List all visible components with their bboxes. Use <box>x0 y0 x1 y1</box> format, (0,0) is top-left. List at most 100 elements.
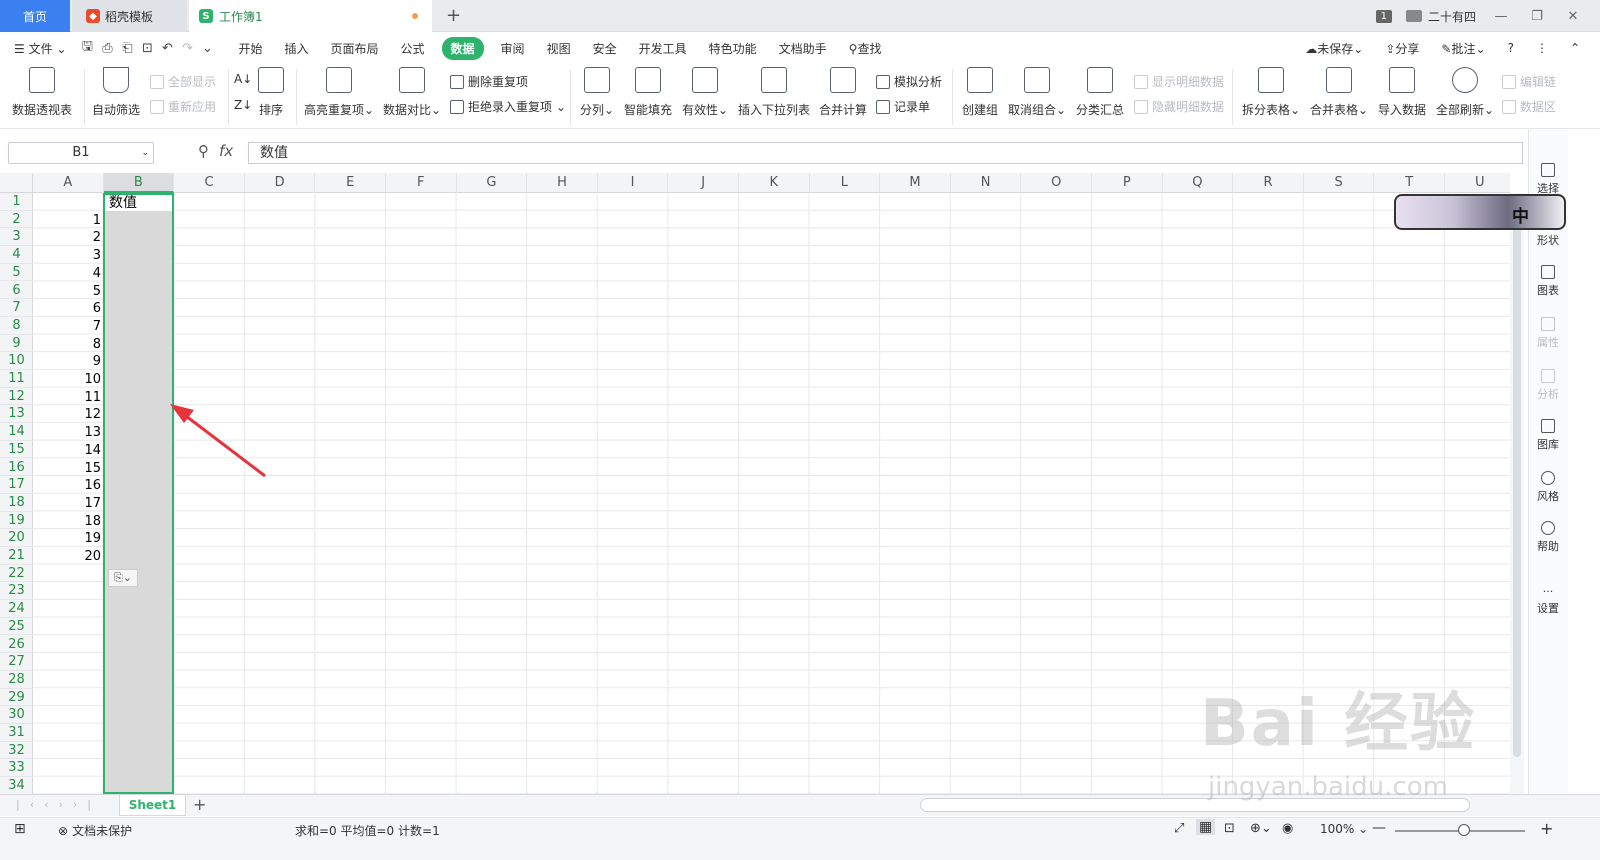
cell-a-value[interactable]: 19 <box>33 529 101 547</box>
consolidate-button[interactable]: 合并计算 <box>819 67 867 118</box>
menu-page-layout[interactable]: 页面布局 <box>320 40 390 57</box>
row-header[interactable]: 32 <box>0 742 33 760</box>
menu-data[interactable]: 数据 <box>441 36 484 60</box>
column-header-t[interactable]: T <box>1374 173 1445 193</box>
more-quick-icon[interactable]: ⌄ <box>197 41 217 56</box>
cell-a-value[interactable]: 20 <box>33 547 101 565</box>
import-data-button[interactable]: 导入数据 <box>1378 67 1426 118</box>
fullscreen-icon[interactable]: ⤢ <box>1174 821 1184 836</box>
subtotal-button[interactable]: 分类汇总 <box>1076 67 1124 118</box>
row-header[interactable]: 18 <box>0 494 33 512</box>
save-icon[interactable]: 🖫 <box>77 37 97 59</box>
row-header[interactable]: 23 <box>0 582 33 601</box>
share-button[interactable]: ⇪分享 <box>1374 40 1430 57</box>
highlight-duplicates-button[interactable]: 高亮重复项⌄ <box>304 67 374 118</box>
ungroup-button[interactable]: 取消组合⌄ <box>1008 67 1066 118</box>
menu-features[interactable]: 特色功能 <box>698 40 768 57</box>
zoom-out-icon[interactable]: — <box>1372 820 1386 836</box>
row-header[interactable]: 30 <box>0 706 33 724</box>
user-avatar[interactable]: 二十有四 <box>1405 8 1476 25</box>
close-button[interactable]: ✕ <box>1562 9 1584 24</box>
menu-review[interactable]: 审阅 <box>490 40 536 57</box>
column-header-m[interactable]: M <box>880 173 951 193</box>
column-header-p[interactable]: P <box>1092 173 1163 193</box>
menu-security[interactable]: 安全 <box>582 40 628 57</box>
column-header-k[interactable]: K <box>739 173 810 193</box>
settings-button[interactable]: ··· 设置 <box>1529 585 1567 616</box>
zoom-level[interactable]: 100% ⌄ <box>1320 822 1368 836</box>
edit-links-button[interactable]: 编辑链 <box>1502 73 1556 90</box>
sheet-nav-icon[interactable]: |‹‹››| <box>16 798 101 811</box>
column-header-i[interactable]: I <box>598 173 669 193</box>
column-header-e[interactable]: E <box>315 173 386 193</box>
tab-workbook[interactable]: S 工作簿1 <box>189 0 432 32</box>
record-form-button[interactable]: 记录单 <box>876 98 930 115</box>
tab-home[interactable]: 首页 <box>0 0 70 32</box>
row-header[interactable]: 29 <box>0 689 33 707</box>
restore-button[interactable]: ❐ <box>1526 9 1548 24</box>
data-compare-button[interactable]: 数据对比⌄ <box>383 67 441 118</box>
menu-doc-assistant[interactable]: 文档助手 <box>768 40 838 57</box>
row-header[interactable]: 25 <box>0 618 33 636</box>
unsaved-button[interactable]: ☁未保存⌄ <box>1294 40 1374 57</box>
row-header[interactable]: 28 <box>0 671 33 689</box>
autofilter-button[interactable]: 自动筛选 <box>92 67 140 118</box>
zoom-slider-handle[interactable] <box>1458 824 1470 836</box>
refresh-all-button[interactable]: 全部刷新⌄ <box>1436 67 1494 118</box>
chart-button[interactable]: 图表 <box>1529 265 1567 298</box>
collapse-ribbon-icon[interactable]: ⌃ <box>1559 41 1600 55</box>
export-icon[interactable]: ⎙ <box>97 41 117 56</box>
fx-icon[interactable]: fx <box>219 142 233 160</box>
row-header[interactable]: 19 <box>0 512 33 530</box>
cell-a-value[interactable]: 17 <box>33 494 101 512</box>
name-box[interactable]: B1 ⌄ <box>8 142 154 164</box>
row-header[interactable]: 22 <box>0 565 33 583</box>
show-all-button[interactable]: 全部显示 <box>150 73 216 90</box>
reapply-button[interactable]: 重新应用 <box>150 98 216 115</box>
row-header[interactable]: 26 <box>0 636 33 654</box>
row-header[interactable]: 31 <box>0 724 33 742</box>
redo-icon[interactable]: ↷ <box>177 41 197 56</box>
page-break-view-icon[interactable]: ⊡ <box>1224 821 1235 836</box>
properties-button[interactable]: 属性 <box>1529 317 1567 350</box>
sort-asc-button[interactable]: A↓ <box>234 72 252 86</box>
split-column-button[interactable]: 分列⌄ <box>580 67 614 118</box>
add-sheet-icon[interactable]: + <box>193 795 206 814</box>
normal-view-icon[interactable]: ▦ <box>1196 819 1216 835</box>
window-count-badge[interactable]: 1 <box>1375 9 1392 23</box>
insert-dropdown-button[interactable]: 插入下拉列表 <box>738 67 810 118</box>
column-header-h[interactable]: H <box>527 173 598 193</box>
more-icon[interactable]: ⋮ <box>1525 41 1559 55</box>
vertical-scrollbar[interactable] <box>1510 193 1524 794</box>
column-header-u[interactable]: U <box>1445 173 1510 193</box>
smart-fill-button[interactable]: 智能填充 <box>624 67 672 118</box>
status-menu-icon[interactable]: ⊞ <box>14 821 26 837</box>
menu-view[interactable]: 视图 <box>536 40 582 57</box>
row-header[interactable]: 20 <box>0 529 33 547</box>
cell-a-value[interactable]: 18 <box>33 512 101 530</box>
menu-start[interactable]: 开始 <box>227 40 273 57</box>
print-icon[interactable]: ⎗ <box>117 41 137 56</box>
row-header[interactable]: 24 <box>0 600 33 618</box>
annotate-button[interactable]: ✎批注⌄ <box>1430 40 1496 57</box>
undo-icon[interactable]: ↶ <box>157 41 177 56</box>
column-header-j[interactable]: J <box>668 173 739 193</box>
sort-button[interactable]: 排序 <box>258 67 284 118</box>
whatif-button[interactable]: 模拟分析 <box>876 73 942 90</box>
remove-duplicates-button[interactable]: 删除重复项 <box>450 73 528 90</box>
merge-table-button[interactable]: 合并表格⌄ <box>1310 67 1368 118</box>
column-header-l[interactable]: L <box>810 173 881 193</box>
menu-formula[interactable]: 公式 <box>390 40 436 57</box>
row-header[interactable]: 34 <box>0 777 33 794</box>
help-icon[interactable]: ? <box>1497 41 1525 55</box>
row-header[interactable]: 27 <box>0 653 33 671</box>
formula-input[interactable]: 数值 <box>248 142 1523 164</box>
show-detail-button[interactable]: 显示明细数据 <box>1134 73 1224 90</box>
help-button[interactable]: 帮助 <box>1529 521 1567 554</box>
column-header-f[interactable]: F <box>386 173 457 193</box>
print-preview-icon[interactable]: ⊡ <box>137 41 157 56</box>
reject-duplicates-button[interactable]: 拒绝录入重复项 ⌄ <box>450 98 566 115</box>
validity-button[interactable]: 有效性⌄ <box>682 67 728 118</box>
document-protection[interactable]: ⊗ 文档未保护 <box>58 822 132 839</box>
column-header-r[interactable]: R <box>1233 173 1304 193</box>
